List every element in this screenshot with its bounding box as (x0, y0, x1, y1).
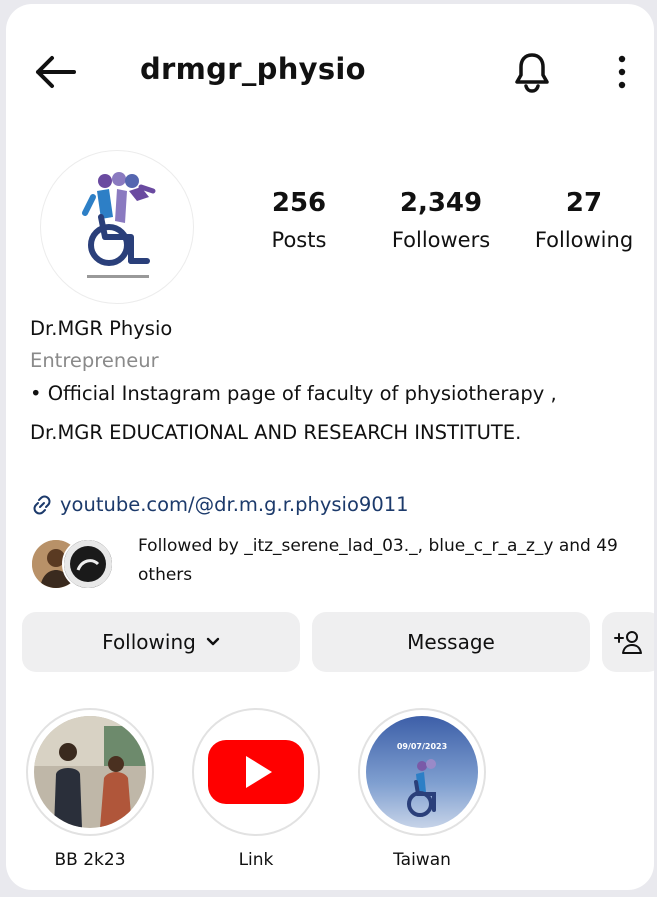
profile-username: drmgr_physio (140, 52, 366, 86)
bio-link-text: youtube.com/@dr.m.g.r.physio9011 (60, 493, 409, 516)
highlight-bb-2k23[interactable]: BB 2k23 (20, 708, 160, 870)
following-button[interactable]: Following (22, 612, 300, 672)
group-photo-icon (34, 716, 146, 828)
chevron-down-icon (206, 637, 220, 646)
followed-by-text: Followed by _itz_serene_lad_03._, blue_c… (138, 536, 618, 585)
person-photo-icon (64, 540, 112, 588)
taiwan-cover-image (366, 716, 478, 828)
highlight-ring (192, 708, 320, 836)
stat-following-label: Following (534, 228, 634, 252)
profile-card: drmgr_physio 256 Posts 2,349 Followers 2… (6, 4, 654, 890)
highlight-label: BB 2k23 (54, 850, 126, 870)
stat-followers-label: Followers (391, 228, 491, 252)
highlight-cover: 09/07/2023 (366, 716, 478, 828)
stat-posts[interactable]: 256 Posts (254, 188, 344, 252)
follower-avatar (62, 538, 114, 590)
highlight-taiwan[interactable]: 09/07/2023 Taiwan (352, 708, 492, 870)
highlight-cover (34, 716, 146, 828)
highlight-ring: 09/07/2023 (358, 708, 486, 836)
bio-link[interactable]: youtube.com/@dr.m.g.r.physio9011 (30, 486, 640, 524)
highlight-ring (26, 708, 154, 836)
highlight-label: Link (238, 850, 274, 870)
physio-logo (82, 172, 156, 278)
message-button[interactable]: Message (312, 612, 590, 672)
stat-followers[interactable]: 2,349 Followers (380, 188, 502, 252)
following-button-label: Following (102, 630, 196, 654)
add-user-icon (614, 631, 642, 654)
highlight-label: Taiwan (393, 850, 451, 870)
highlight-cover (200, 716, 312, 828)
profile-avatar[interactable] (40, 150, 194, 304)
stat-following-value: 27 (565, 188, 603, 218)
add-user-button[interactable] (602, 612, 654, 672)
youtube-icon (208, 740, 304, 804)
followed-by[interactable]: Followed by _itz_serene_lad_03._, blue_c… (30, 532, 650, 592)
stat-followers-value: 2,349 (399, 188, 483, 218)
message-button-label: Message (407, 630, 495, 654)
bio-text: • Official Instagram page of faculty of … (30, 382, 557, 444)
arrow-left-icon[interactable] (32, 52, 78, 92)
stat-following[interactable]: 27 Following (526, 188, 642, 252)
bell-icon[interactable] (512, 50, 552, 94)
highlight-link[interactable]: Link (186, 708, 326, 870)
stat-posts-value: 256 (271, 188, 327, 218)
stat-posts-label: Posts (271, 228, 327, 252)
link-icon (33, 495, 51, 515)
highlight-cover-date: 09/07/2023 (396, 742, 448, 751)
more-vertical-icon[interactable] (610, 50, 634, 94)
